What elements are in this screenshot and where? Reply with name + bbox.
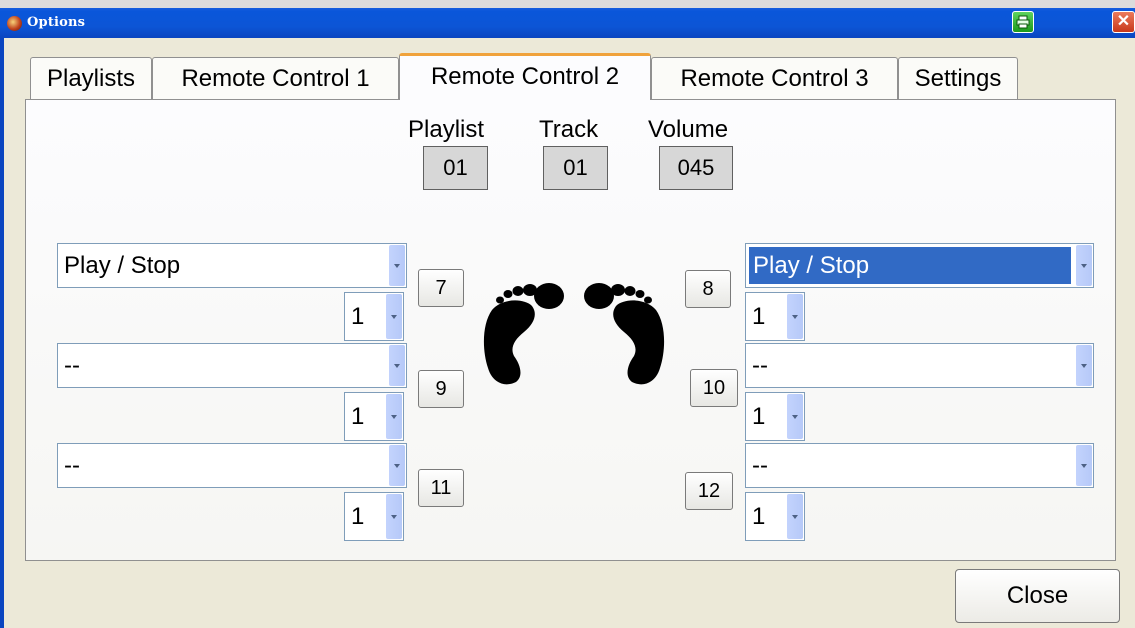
close-button-label: Close	[1006, 582, 1069, 609]
left-action-select-1[interactable]: Play / Stop	[57, 243, 407, 288]
button-label: 8	[702, 278, 714, 300]
title-bar-top-strip	[0, 0, 1135, 8]
select-value: Play / Stop	[64, 252, 181, 279]
remote-button-10[interactable]: 10	[690, 369, 738, 407]
footprints-icon	[483, 283, 665, 385]
tab-remote-control-3[interactable]: Remote Control 3	[651, 57, 898, 99]
playlist-readout: 01	[423, 146, 488, 190]
right-count-select-1[interactable]: 1	[745, 292, 805, 341]
left-count-select-3[interactable]: 1	[344, 492, 404, 541]
remote-button-12[interactable]: 12	[685, 472, 733, 510]
select-value: --	[752, 352, 768, 379]
button-label: 11	[430, 477, 452, 499]
right-action-select-1[interactable]: Play / Stop	[745, 243, 1094, 288]
select-value: 1	[752, 303, 766, 330]
tab-remote-control-1[interactable]: Remote Control 1	[152, 57, 399, 99]
options-window: Options ✕ Playlists Remote Control 1 Rem…	[0, 0, 1135, 628]
tab-label: Playlists	[46, 65, 136, 92]
tab-label: Remote Control 1	[181, 65, 370, 92]
select-value: 1	[752, 503, 766, 530]
tab-remote-control-2[interactable]: Remote Control 2	[399, 53, 651, 100]
window-title: Options	[27, 15, 86, 30]
app-icon[interactable]	[7, 16, 22, 31]
track-label: Track	[539, 116, 599, 143]
left-count-select-1[interactable]: 1	[344, 292, 404, 341]
close-icon: ✕	[1116, 13, 1131, 30]
button-label: 9	[435, 378, 447, 400]
right-action-select-2[interactable]: --	[745, 343, 1094, 388]
select-value: Play / Stop	[749, 247, 1071, 284]
tab-settings[interactable]: Settings	[898, 57, 1018, 99]
select-value: 1	[351, 503, 365, 530]
remote-button-11[interactable]: 11	[418, 469, 464, 507]
select-value: 1	[351, 403, 365, 430]
chevron-down-icon[interactable]	[386, 494, 402, 539]
tab-label: Remote Control 3	[680, 65, 869, 92]
playlist-label: Playlist	[408, 116, 485, 143]
left-count-select-2[interactable]: 1	[344, 392, 404, 441]
chevron-down-icon[interactable]	[1076, 445, 1092, 486]
volume-value: 045	[677, 155, 715, 180]
left-action-select-3[interactable]: --	[57, 443, 407, 488]
select-value: --	[64, 352, 80, 379]
chevron-down-icon[interactable]	[386, 394, 402, 439]
track-value: 01	[563, 155, 588, 180]
chevron-down-icon[interactable]	[787, 494, 803, 539]
chevron-down-icon[interactable]	[389, 445, 405, 486]
chevron-down-icon[interactable]	[386, 294, 402, 339]
button-label: 12	[697, 480, 721, 502]
close-button[interactable]: Close	[955, 569, 1120, 623]
chevron-down-icon[interactable]	[389, 245, 405, 286]
select-value: --	[752, 452, 768, 479]
volume-label: Volume	[648, 116, 729, 143]
print-button[interactable]	[1012, 11, 1034, 33]
button-label: 7	[435, 277, 447, 299]
volume-readout: 045	[659, 146, 733, 190]
remote-button-8[interactable]: 8	[685, 270, 731, 308]
select-value: 1	[752, 403, 766, 430]
playlist-value: 01	[443, 155, 468, 180]
remote-button-7[interactable]: 7	[418, 269, 464, 307]
window-close-button[interactable]: ✕	[1112, 11, 1135, 33]
chevron-down-icon[interactable]	[1076, 345, 1092, 386]
tab-playlists[interactable]: Playlists	[30, 57, 152, 99]
select-value: 1	[351, 303, 365, 330]
printer-icon	[1016, 15, 1030, 29]
select-value: --	[64, 452, 80, 479]
chevron-down-icon[interactable]	[389, 345, 405, 386]
right-action-select-3[interactable]: --	[745, 443, 1094, 488]
tab-label: Settings	[914, 65, 1002, 92]
right-count-select-2[interactable]: 1	[745, 392, 805, 441]
title-bar[interactable]: Options ✕	[0, 0, 1135, 38]
left-action-select-2[interactable]: --	[57, 343, 407, 388]
tab-label: Remote Control 2	[430, 63, 620, 90]
track-readout: 01	[543, 146, 608, 190]
chevron-down-icon[interactable]	[787, 394, 803, 439]
button-label: 10	[702, 377, 726, 399]
window-border	[0, 38, 4, 628]
chevron-down-icon[interactable]	[787, 294, 803, 339]
chevron-down-icon[interactable]	[1076, 245, 1092, 286]
remote-button-9[interactable]: 9	[418, 370, 464, 408]
right-count-select-3[interactable]: 1	[745, 492, 805, 541]
